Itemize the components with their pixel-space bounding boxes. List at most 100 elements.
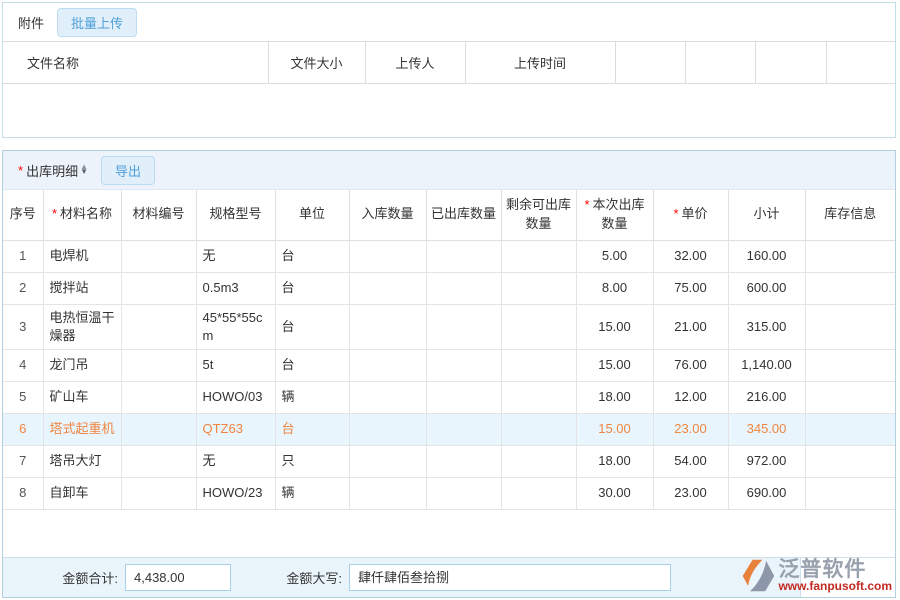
cell-unit: 台 xyxy=(275,304,349,349)
cell-name: 塔式起重机 xyxy=(43,413,121,445)
cell-remain_qty xyxy=(501,349,576,381)
cell-price: 76.00 xyxy=(653,349,728,381)
cell-seq: 6 xyxy=(3,413,43,445)
cell-seq: 4 xyxy=(3,349,43,381)
stepper-down-icon[interactable]: ▼ xyxy=(80,170,88,175)
cell-remain_qty xyxy=(501,272,576,304)
cell-this_qty: 15.00 xyxy=(576,413,653,445)
batch-upload-button[interactable]: 批量上传 xyxy=(57,8,137,37)
cell-in_qty xyxy=(349,477,426,509)
attachments-header-bar: 附件 批量上传 xyxy=(3,3,895,41)
cell-in_qty xyxy=(349,413,426,445)
export-button[interactable]: 导出 xyxy=(101,156,155,185)
cell-remain_qty xyxy=(501,381,576,413)
cell-code xyxy=(121,445,196,477)
required-marker: * xyxy=(584,197,589,212)
attach-column-header-3: 上传时间 xyxy=(465,42,615,84)
cell-subtotal: 315.00 xyxy=(728,304,805,349)
cell-subtotal: 972.00 xyxy=(728,445,805,477)
cell-price: 54.00 xyxy=(653,445,728,477)
outbound-column-header-0: 序号 xyxy=(3,190,43,240)
cell-stock xyxy=(805,240,895,272)
brand-logo-icon xyxy=(740,558,776,594)
cell-seq: 2 xyxy=(3,272,43,304)
cell-price: 12.00 xyxy=(653,381,728,413)
outbound-column-header-9: *单价 xyxy=(653,190,728,240)
outbound-column-header-3: 规格型号 xyxy=(196,190,275,240)
attach-column-header-1: 文件大小 xyxy=(268,42,365,84)
cell-in_qty xyxy=(349,381,426,413)
cell-spec: 45*55*55cm xyxy=(196,304,275,349)
brand-name: 泛普软件 xyxy=(778,559,892,580)
cell-subtotal: 345.00 xyxy=(728,413,805,445)
cell-this_qty: 5.00 xyxy=(576,240,653,272)
cell-spec: 0.5m3 xyxy=(196,272,275,304)
attach-column-header-2: 上传人 xyxy=(365,42,465,84)
cell-name: 电热恒温干燥器 xyxy=(43,304,121,349)
outbound-column-header-10: 小计 xyxy=(728,190,805,240)
cell-this_qty: 15.00 xyxy=(576,304,653,349)
cell-code xyxy=(121,240,196,272)
outbound-row[interactable]: 2搅拌站0.5m3台8.0075.00600.00 xyxy=(3,272,895,304)
cell-unit: 只 xyxy=(275,445,349,477)
row-count-stepper[interactable]: ▲ ▼ xyxy=(80,165,88,175)
attachments-label: 附件 xyxy=(18,13,44,32)
outbound-row[interactable]: 7塔吊大灯无只18.0054.00972.00 xyxy=(3,445,895,477)
outbound-row[interactable]: 1电焊机无台5.0032.00160.00 xyxy=(3,240,895,272)
outbound-column-header-5: 入库数量 xyxy=(349,190,426,240)
outbound-row[interactable]: 6塔式起重机QTZ63台15.0023.00345.00 xyxy=(3,413,895,445)
cell-in_qty xyxy=(349,445,426,477)
cell-code xyxy=(121,349,196,381)
cell-code xyxy=(121,381,196,413)
cell-stock xyxy=(805,477,895,509)
cell-out_qty xyxy=(426,445,501,477)
cell-unit: 台 xyxy=(275,413,349,445)
cell-out_qty xyxy=(426,477,501,509)
cell-remain_qty xyxy=(501,304,576,349)
attachments-header-row: 文件名称文件大小上传人上传时间 xyxy=(3,42,895,84)
cell-stock xyxy=(805,413,895,445)
attach-column-header-4 xyxy=(615,42,685,84)
required-marker: * xyxy=(18,163,23,178)
outbound-row[interactable]: 8自卸车HOWO/23辆30.0023.00690.00 xyxy=(3,477,895,509)
cell-subtotal: 1,140.00 xyxy=(728,349,805,381)
cell-out_qty xyxy=(426,413,501,445)
cell-this_qty: 15.00 xyxy=(576,349,653,381)
cell-price: 21.00 xyxy=(653,304,728,349)
total-amount-field[interactable]: 4,438.00 xyxy=(125,564,231,591)
cell-remain_qty xyxy=(501,240,576,272)
cell-seq: 3 xyxy=(3,304,43,349)
cell-remain_qty xyxy=(501,445,576,477)
cell-out_qty xyxy=(426,304,501,349)
brand-watermark: 泛普软件 www.fanpusoft.com xyxy=(740,558,892,594)
outbound-row[interactable]: 4龙门吊5t台15.0076.001,140.00 xyxy=(3,349,895,381)
brand-text: 泛普软件 www.fanpusoft.com xyxy=(778,559,892,593)
outbound-label: 出库明细 xyxy=(26,161,78,180)
cell-this_qty: 18.00 xyxy=(576,381,653,413)
cell-in_qty xyxy=(349,240,426,272)
cell-remain_qty xyxy=(501,477,576,509)
cell-name: 搅拌站 xyxy=(43,272,121,304)
cell-out_qty xyxy=(426,272,501,304)
cell-subtotal: 160.00 xyxy=(728,240,805,272)
cell-code xyxy=(121,413,196,445)
cell-out_qty xyxy=(426,349,501,381)
cell-stock xyxy=(805,445,895,477)
cell-spec: HOWO/03 xyxy=(196,381,275,413)
cell-unit: 台 xyxy=(275,349,349,381)
cell-price: 75.00 xyxy=(653,272,728,304)
summary-bar: 金额合计: 4,438.00 金额大写: 肆仟肆佰叁拾捌 泛普软件 www.fa… xyxy=(3,557,895,597)
cell-stock xyxy=(805,349,895,381)
outbound-column-header-6: 已出库数量 xyxy=(426,190,501,240)
cell-price: 23.00 xyxy=(653,477,728,509)
cell-unit: 辆 xyxy=(275,477,349,509)
outbound-row[interactable]: 5矿山车HOWO/03辆18.0012.00216.00 xyxy=(3,381,895,413)
cell-this_qty: 30.00 xyxy=(576,477,653,509)
attachments-table: 文件名称文件大小上传人上传时间 xyxy=(3,41,895,84)
outbound-row[interactable]: 3电热恒温干燥器 45*55*55cm台 15.0021.00315.00 xyxy=(3,304,895,349)
amount-words-field[interactable]: 肆仟肆佰叁拾捌 xyxy=(349,564,671,591)
cell-stock xyxy=(805,304,895,349)
attach-column-header-6 xyxy=(755,42,826,84)
cell-spec: 无 xyxy=(196,445,275,477)
cell-spec: 5t xyxy=(196,349,275,381)
